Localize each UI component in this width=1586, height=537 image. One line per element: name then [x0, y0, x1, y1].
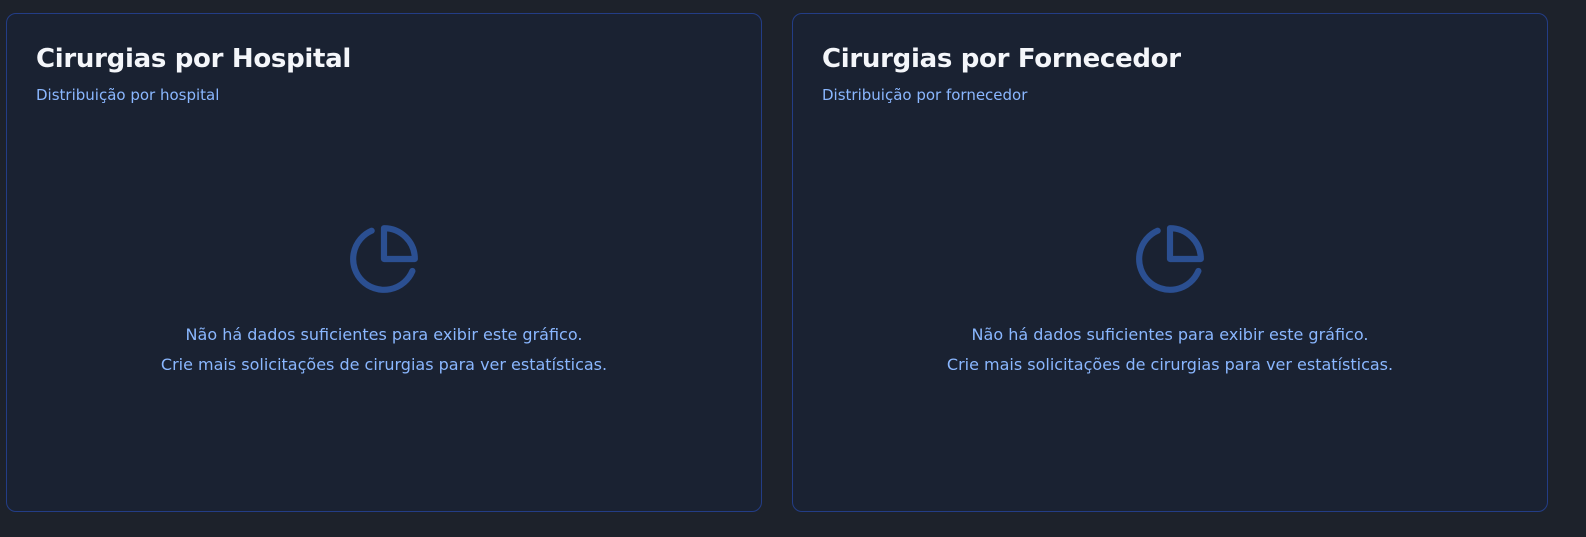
pie-chart-icon: [350, 225, 418, 293]
hospital-surgeries-card: Cirurgias por Hospital Distribuição por …: [6, 13, 762, 512]
card-title: Cirurgias por Fornecedor: [822, 44, 1181, 74]
supplier-surgeries-card: Cirurgias por Fornecedor Distribuição po…: [792, 13, 1548, 512]
card-subtitle: Distribuição por hospital: [36, 86, 220, 104]
empty-state-message: Não há dados suficientes para exibir est…: [947, 320, 1393, 380]
empty-state: Não há dados suficientes para exibir est…: [7, 222, 761, 380]
empty-state: Não há dados suficientes para exibir est…: [793, 222, 1547, 380]
empty-state-line-1: Não há dados suficientes para exibir est…: [185, 325, 583, 344]
empty-state-line-1: Não há dados suficientes para exibir est…: [971, 325, 1369, 344]
pie-chart-icon: [1136, 225, 1204, 293]
empty-state-message: Não há dados suficientes para exibir est…: [161, 320, 607, 380]
chart-cards-row: Cirurgias por Hospital Distribuição por …: [6, 13, 1548, 512]
card-title: Cirurgias por Hospital: [36, 44, 351, 74]
empty-state-line-2: Crie mais solicitações de cirurgias para…: [946, 355, 1394, 374]
empty-state-line-2: Crie mais solicitações de cirurgias para…: [160, 355, 608, 374]
card-subtitle: Distribuição por fornecedor: [822, 86, 1028, 104]
